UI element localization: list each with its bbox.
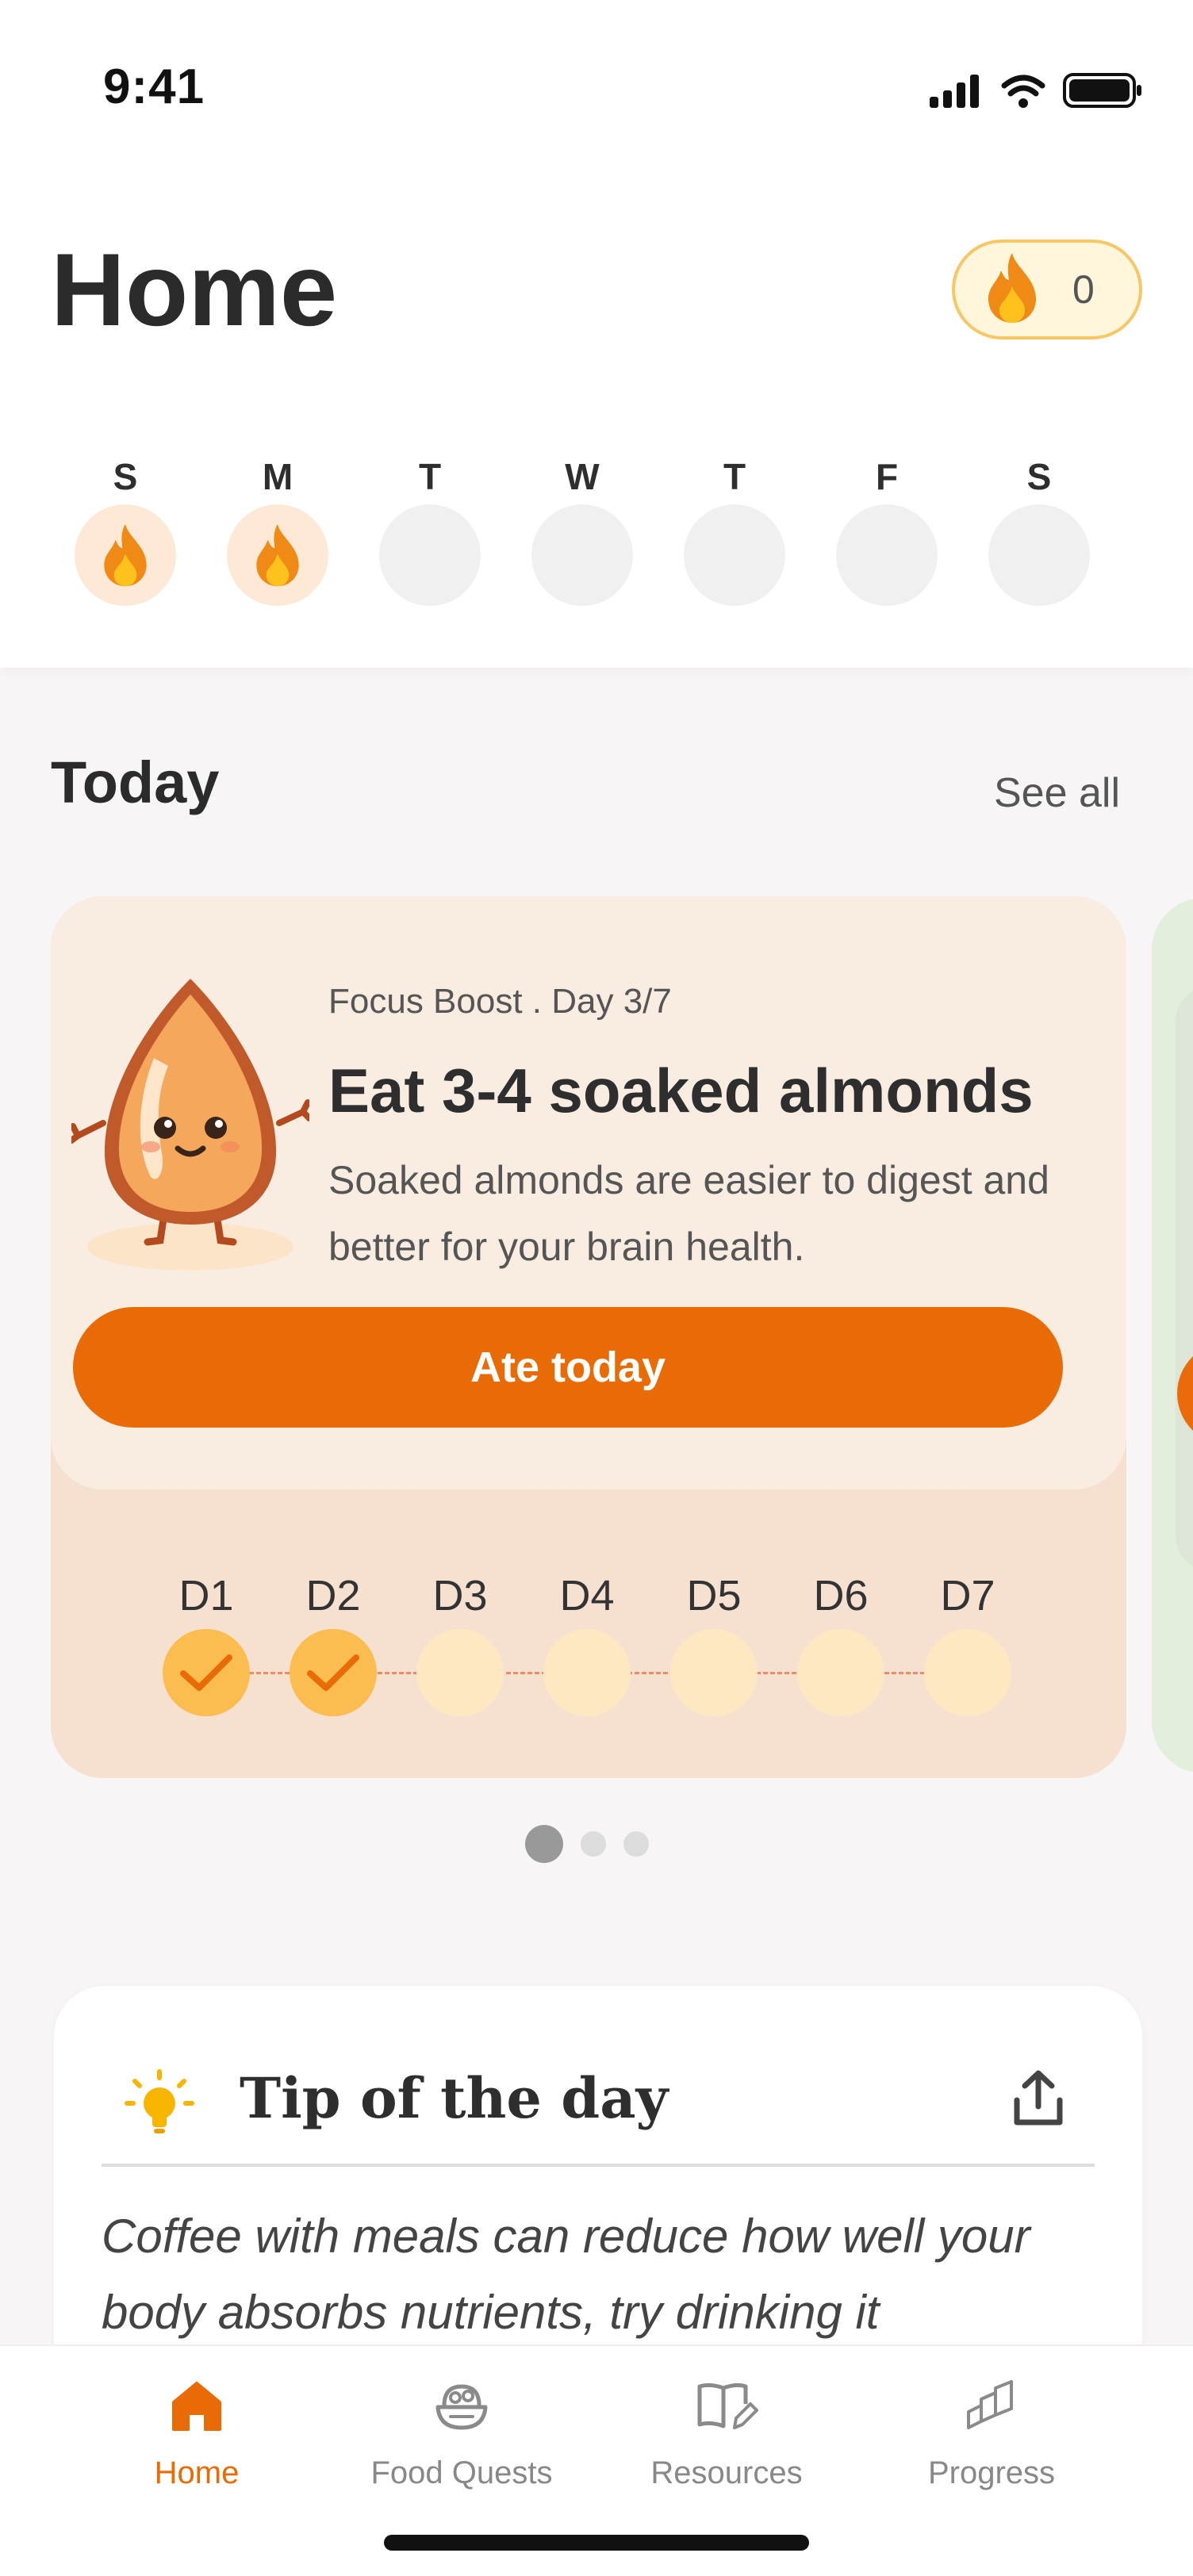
progress-dot-done xyxy=(163,1629,250,1716)
page-title: Home xyxy=(51,232,338,347)
quest-title: Eat 3-4 soaked almonds xyxy=(328,1056,1034,1125)
flame-icon xyxy=(256,523,299,587)
day-circle-empty xyxy=(836,504,938,606)
checkmark-icon xyxy=(307,1654,359,1691)
tab-label: Food Quests xyxy=(370,2455,553,2490)
day-letter: T xyxy=(723,456,746,497)
progress-day-label: D6 xyxy=(813,1572,869,1620)
progress-day-label: D1 xyxy=(178,1572,234,1620)
day-letter: S xyxy=(113,456,138,497)
almond-mascot-icon xyxy=(68,971,313,1292)
streak-counter[interactable]: 0 xyxy=(952,240,1142,339)
tab-label: Resources xyxy=(650,2455,803,2490)
carousel-pager xyxy=(525,1824,649,1864)
progress-day: D6 xyxy=(796,1562,885,1716)
day-circle-done xyxy=(75,504,176,606)
week-day: T xyxy=(684,450,785,606)
next-quest-card-peek[interactable] xyxy=(1152,898,1193,1773)
ate-today-button[interactable]: Ate today xyxy=(73,1307,1063,1428)
flame-icon xyxy=(984,251,1041,328)
quest-card-content: Focus Boost . Day 3/7 Eat 3-4 soaked alm… xyxy=(51,896,1126,1489)
progress-day: D2 xyxy=(289,1562,378,1716)
tip-title: Tip of the day xyxy=(240,2065,669,2131)
progress-day-label: D2 xyxy=(305,1572,361,1620)
lightbulb-icon xyxy=(124,2068,195,2144)
day-letter: S xyxy=(1026,456,1052,497)
flame-icon xyxy=(104,523,147,587)
week-day: F xyxy=(836,450,938,606)
day-letter: F xyxy=(875,456,899,497)
progress-day-label: D7 xyxy=(940,1572,995,1620)
week-day: S xyxy=(75,450,176,606)
quest-eyebrow: Focus Boost . Day 3/7 xyxy=(328,982,672,1021)
progress-day-label: D3 xyxy=(432,1572,488,1620)
wifi-icon xyxy=(1001,75,1045,97)
today-section-title: Today xyxy=(51,749,220,815)
day-circle-done xyxy=(227,504,328,606)
progress-day: D1 xyxy=(162,1562,251,1716)
tab-label: Home xyxy=(154,2455,240,2490)
day-letter: T xyxy=(418,456,442,497)
week-day: W xyxy=(531,450,633,606)
week-day: M xyxy=(227,450,328,606)
cellular-signal-icon xyxy=(930,75,979,108)
food-bowl-icon xyxy=(328,2368,595,2444)
home-icon xyxy=(63,2368,330,2444)
checkmark-icon xyxy=(180,1654,232,1691)
pager-dot-active[interactable] xyxy=(525,1825,563,1863)
tip-text: Coffee with meals can reduce how well yo… xyxy=(102,2210,1030,2339)
progress-dot-done xyxy=(290,1629,377,1716)
home-indicator xyxy=(384,2535,809,2551)
header-area: 9:41 Home 0 S M T W T F S xyxy=(0,0,1193,668)
share-icon[interactable] xyxy=(1011,2068,1066,2133)
day-circle-empty xyxy=(379,504,481,606)
progress-stairs-icon xyxy=(858,2368,1125,2444)
see-all-link[interactable]: See all xyxy=(994,769,1120,817)
pager-dot[interactable] xyxy=(581,1831,606,1857)
progress-dot-pending xyxy=(924,1629,1011,1716)
week-day: S xyxy=(988,450,1090,606)
progress-day-label: D4 xyxy=(559,1572,615,1620)
tab-food-quests[interactable]: Food Quests xyxy=(328,2368,595,2491)
pager-dot[interactable] xyxy=(623,1831,649,1857)
day-circle-empty xyxy=(684,504,785,606)
status-time: 9:41 xyxy=(103,59,205,114)
progress-dot-pending xyxy=(543,1629,631,1716)
day-circle-empty xyxy=(531,504,633,606)
tab-label: Progress xyxy=(927,2455,1056,2490)
quest-description: Soaked almonds are easier to digest and … xyxy=(328,1158,1049,1269)
tab-home[interactable]: Home xyxy=(63,2368,330,2491)
progress-day: D7 xyxy=(923,1562,1012,1716)
battery-icon xyxy=(1063,73,1141,108)
progress-dot-pending xyxy=(670,1629,758,1716)
tip-divider xyxy=(102,2164,1095,2167)
progress-dot-pending xyxy=(416,1629,504,1716)
day-letter: M xyxy=(262,456,293,497)
book-edit-icon xyxy=(593,2368,860,2444)
bottom-tab-bar: Home Food Quests Resources Progress xyxy=(0,2344,1193,2576)
day-circle-empty xyxy=(988,504,1090,606)
quest-progress-row: D1 D2 D3 D4 D5 D6 D7 xyxy=(162,1562,1050,1716)
progress-day: D3 xyxy=(416,1562,504,1716)
progress-dot-pending xyxy=(797,1629,884,1716)
week-streak-row: S M T W T F S xyxy=(75,450,1098,609)
progress-day-label: D5 xyxy=(686,1572,742,1620)
tab-resources[interactable]: Resources xyxy=(593,2368,860,2491)
status-icons xyxy=(930,70,1144,109)
day-letter: W xyxy=(565,456,600,497)
week-day: T xyxy=(379,450,481,606)
progress-day: D4 xyxy=(543,1562,631,1716)
streak-count: 0 xyxy=(1072,267,1095,312)
tab-progress[interactable]: Progress xyxy=(858,2368,1125,2491)
progress-day: D5 xyxy=(669,1562,758,1716)
quest-card[interactable]: Focus Boost . Day 3/7 Eat 3-4 soaked alm… xyxy=(51,896,1126,1778)
